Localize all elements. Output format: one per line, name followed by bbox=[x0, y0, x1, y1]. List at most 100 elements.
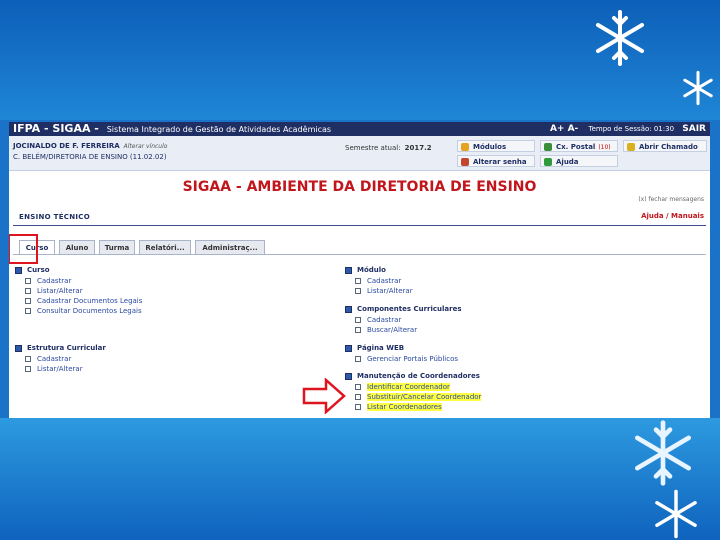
tab-aluno[interactable]: Aluno bbox=[59, 240, 95, 255]
item-bullet-icon bbox=[25, 308, 31, 314]
menu-item[interactable]: Listar/Alterar bbox=[15, 364, 106, 374]
section-title-text: Página WEB bbox=[357, 344, 405, 352]
section-title-text: Componentes Curriculares bbox=[357, 305, 462, 313]
item-bullet-icon bbox=[25, 298, 31, 304]
system-subtitle: Sistema Integrado de Gestão de Atividade… bbox=[106, 125, 332, 134]
menu-item[interactable]: Cadastrar bbox=[15, 276, 142, 286]
item-bullet-icon bbox=[25, 288, 31, 294]
item-bullet-icon bbox=[355, 317, 361, 323]
help-label: Ajuda bbox=[556, 158, 579, 166]
snowflake-icon bbox=[683, 70, 713, 106]
change-link-link[interactable]: Alterar vínculo bbox=[124, 143, 168, 150]
item-bullet-icon bbox=[355, 288, 361, 294]
menu-item[interactable]: Cadastrar bbox=[345, 315, 462, 325]
modules-button[interactable]: Módulos bbox=[457, 140, 535, 152]
section-title-text: Curso bbox=[27, 266, 50, 274]
snowflake-icon bbox=[635, 420, 691, 486]
snowflake-icon bbox=[596, 10, 644, 66]
menu-item[interactable]: Consultar Documentos Legais bbox=[15, 306, 142, 316]
section-estrutura-curricular: Estrutura Curricular Cadastrar Listar/Al… bbox=[15, 343, 106, 374]
mailbox-button[interactable]: Cx. Postal (10) bbox=[540, 140, 618, 152]
help-icon bbox=[544, 158, 552, 166]
section-curso: Curso Cadastrar Listar/Alterar Cadastrar… bbox=[15, 265, 142, 316]
arrow-right-icon bbox=[302, 378, 346, 414]
item-bullet-icon bbox=[25, 356, 31, 362]
user-name: JOCINALDO DE F. FERREIRA bbox=[13, 142, 120, 150]
section-title-text: Módulo bbox=[357, 266, 386, 274]
menu-item[interactable]: Cadastrar bbox=[15, 354, 106, 364]
modules-label: Módulos bbox=[473, 143, 507, 151]
menu-item-label: Identificar Coordenador bbox=[367, 383, 450, 391]
unit-name: C. BELÉM/DIRETORIA DE ENSINO (11.02.02) bbox=[13, 153, 167, 161]
section-bullet-icon bbox=[345, 345, 352, 352]
section-title: Página WEB bbox=[345, 343, 458, 354]
logout-link[interactable]: SAIR bbox=[682, 124, 706, 134]
close-messages-link[interactable]: (x) fechar mensagens bbox=[638, 196, 704, 203]
menu-item[interactable]: Listar/Alterar bbox=[345, 286, 413, 296]
menu-item[interactable]: Identificar Coordenador bbox=[345, 382, 481, 392]
section-title: Estrutura Curricular bbox=[15, 343, 106, 354]
section-title: Manutenção de Coordenadores bbox=[345, 371, 481, 382]
menu-item[interactable]: Substituir/Cancelar Coordenador bbox=[345, 392, 482, 402]
semester-label: Semestre atual: bbox=[345, 144, 401, 152]
section-pagina-web: Página WEB Gerenciar Portais Públicos bbox=[345, 343, 458, 364]
section-bullet-icon bbox=[345, 373, 352, 380]
section-bullet-icon bbox=[15, 345, 22, 352]
mailbox-label: Cx. Postal bbox=[556, 143, 596, 151]
semester-info: Semestre atual: 2017.2 bbox=[345, 144, 432, 152]
sigaa-screenshot: IFPA - SIGAA - Sistema Integrado de Gest… bbox=[9, 122, 710, 418]
page-title: SIGAA - AMBIENTE DA DIRETORIA DE ENSINO bbox=[182, 179, 537, 195]
module-name: ENSINO TÉCNICO bbox=[19, 213, 90, 221]
menu-item[interactable]: Listar Coordenadores bbox=[345, 402, 481, 412]
system-name: IFPA - SIGAA - bbox=[13, 122, 99, 135]
section-title: Módulo bbox=[345, 265, 413, 276]
menu-item-label: Cadastrar bbox=[37, 277, 72, 285]
menu-item-label: Cadastrar bbox=[367, 277, 402, 285]
tab-divider bbox=[13, 254, 706, 255]
section-componentes-curriculares: Componentes Curriculares Cadastrar Busca… bbox=[345, 304, 462, 335]
menu-item[interactable]: Cadastrar bbox=[345, 276, 413, 286]
help-manuals-link[interactable]: Ajuda / Manuais bbox=[641, 212, 704, 220]
menu-item-label: Buscar/Alterar bbox=[367, 326, 418, 334]
item-bullet-icon bbox=[355, 356, 361, 362]
tab-relatorios[interactable]: Relatóri... bbox=[139, 240, 191, 255]
item-bullet-icon bbox=[355, 394, 361, 400]
help-button[interactable]: Ajuda bbox=[540, 155, 618, 167]
section-title: Curso bbox=[15, 265, 142, 276]
section-bullet-icon bbox=[15, 267, 22, 274]
section-manutencao-coordenadores: Manutenção de Coordenadores Identificar … bbox=[345, 371, 482, 412]
menu-item-label: Substituir/Cancelar Coordenador bbox=[367, 393, 482, 401]
mailbox-icon bbox=[544, 143, 552, 151]
ticket-icon bbox=[627, 143, 635, 151]
section-title: Componentes Curriculares bbox=[345, 304, 462, 315]
module-bar: ENSINO TÉCNICO Ajuda / Manuais bbox=[13, 210, 706, 226]
session-timer: Tempo de Sessão: 01:30 bbox=[588, 125, 675, 133]
tab-administracao[interactable]: Administraç... bbox=[195, 240, 265, 255]
item-bullet-icon bbox=[25, 278, 31, 284]
font-size-control[interactable]: A+ A- bbox=[550, 124, 578, 134]
menu-item-label: Gerenciar Portais Públicos bbox=[367, 355, 459, 363]
system-title: IFPA - SIGAA - Sistema Integrado de Gest… bbox=[13, 122, 331, 137]
change-password-button[interactable]: Alterar senha bbox=[457, 155, 535, 167]
menu-item[interactable]: Listar/Alterar bbox=[15, 286, 142, 296]
snowflake-icon bbox=[655, 489, 697, 539]
menu-item[interactable]: Buscar/Alterar bbox=[345, 325, 462, 335]
menu-item[interactable]: Gerenciar Portais Públicos bbox=[345, 354, 458, 364]
tab-turma[interactable]: Turma bbox=[99, 240, 135, 255]
menu-item-label: Listar/Alterar bbox=[37, 365, 83, 373]
item-bullet-icon bbox=[355, 278, 361, 284]
menu-item-label: Cadastrar bbox=[37, 355, 72, 363]
menu-item-label: Listar/Alterar bbox=[367, 287, 413, 295]
item-bullet-icon bbox=[25, 366, 31, 372]
open-ticket-button[interactable]: Abrir Chamado bbox=[623, 140, 707, 152]
menu-item-label: Cadastrar bbox=[367, 316, 402, 324]
section-bullet-icon bbox=[345, 267, 352, 274]
menu-item[interactable]: Cadastrar Documentos Legais bbox=[15, 296, 142, 306]
menu-item-label: Listar/Alterar bbox=[37, 287, 83, 295]
item-bullet-icon bbox=[355, 384, 361, 390]
modules-icon bbox=[461, 143, 469, 151]
menu-item-label: Cadastrar Documentos Legais bbox=[37, 297, 143, 305]
section-bullet-icon bbox=[345, 306, 352, 313]
open-ticket-label: Abrir Chamado bbox=[639, 143, 698, 151]
slide-footer-background bbox=[0, 418, 720, 540]
